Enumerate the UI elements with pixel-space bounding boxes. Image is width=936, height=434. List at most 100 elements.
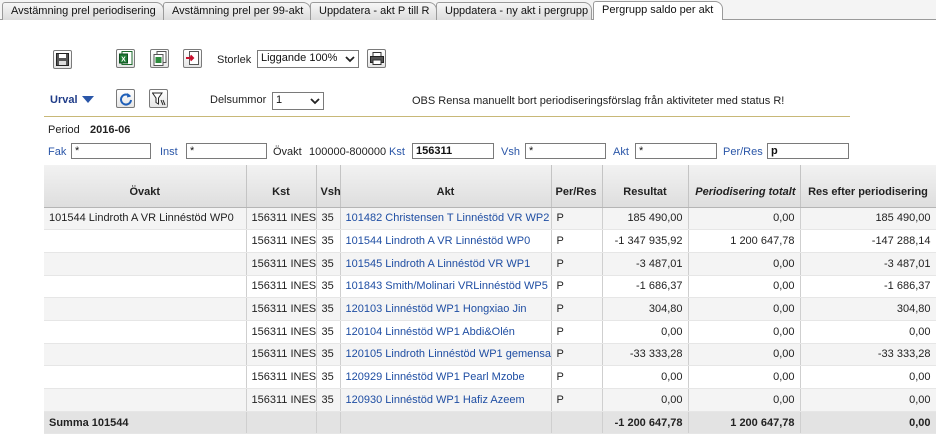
storlek-label: Storlek bbox=[217, 54, 252, 66]
cell-resultat: 185 490,00 bbox=[602, 207, 689, 231]
save-button[interactable] bbox=[53, 50, 72, 69]
refresh-button[interactable] bbox=[116, 89, 135, 108]
cell-vsh: 35 bbox=[316, 297, 341, 321]
cell-res-efter: -3 487,01 bbox=[800, 252, 936, 276]
vsh-label: Vsh bbox=[501, 146, 520, 158]
cell-periodisering: 0,00 bbox=[688, 365, 801, 389]
cell-res-efter: 185 490,00 bbox=[800, 207, 936, 231]
fak-input[interactable] bbox=[71, 143, 151, 159]
table-row: 156311 INES 35 101843 Smith/Molinari VRL… bbox=[44, 275, 936, 299]
cell-kst: 156311 INES bbox=[246, 229, 317, 253]
cell-perres: P bbox=[551, 388, 603, 412]
kst-input[interactable] bbox=[412, 143, 494, 159]
col-header-perres[interactable]: Per/Res bbox=[551, 165, 603, 208]
cell-vsh: 35 bbox=[316, 343, 341, 367]
col-header-akt[interactable]: Akt bbox=[340, 165, 552, 208]
cell-perres: P bbox=[551, 252, 603, 276]
toolbar-divider bbox=[44, 116, 850, 117]
cell-periodisering: 0,00 bbox=[688, 252, 801, 276]
cell-kst: 156311 INES bbox=[246, 275, 317, 299]
table-row: 156311 INES 35 101544 Lindroth A VR Linn… bbox=[44, 229, 936, 253]
cell-ovakt: 101544 Lindroth A VR Linnéstöd WP0 bbox=[44, 207, 247, 231]
vsh-input[interactable] bbox=[525, 143, 606, 159]
fak-label: Fak bbox=[48, 146, 67, 158]
cell-periodisering: 0,00 bbox=[688, 320, 801, 344]
save-icon bbox=[56, 53, 69, 66]
cell-akt-link[interactable]: 120103 Linnéstöd WP1 Hongxiao Jin bbox=[340, 297, 552, 321]
cell-akt-link[interactable]: 101545 Lindroth A Linnéstöd VR WP1 bbox=[340, 252, 552, 276]
chevron-down-icon bbox=[345, 56, 355, 63]
summary-resultat: -1 200 647,78 bbox=[602, 410, 689, 434]
col-header-kst[interactable]: Kst bbox=[246, 165, 317, 208]
cell-ovakt bbox=[44, 365, 247, 389]
tab-avstamning-prel-periodisering[interactable]: Avstämning prel periodisering bbox=[2, 2, 164, 20]
cell-resultat: -1 686,37 bbox=[602, 275, 689, 299]
tab-uppdatera-ny-akt-i-pergrupp[interactable]: Uppdatera - ny akt i pergrupp bbox=[436, 2, 592, 20]
perres-input[interactable] bbox=[767, 143, 849, 159]
cell-kst: 156311 INES bbox=[246, 365, 317, 389]
cell-res-efter: -147 288,14 bbox=[800, 229, 936, 253]
cell-vsh: 35 bbox=[316, 275, 341, 299]
col-header-periodisering-totalt[interactable]: Periodisering totalt bbox=[688, 165, 801, 208]
storlek-select[interactable]: Liggande 100% bbox=[257, 50, 359, 68]
cell-akt-link[interactable]: 101482 Christensen T Linnéstöd VR WP2 bbox=[340, 207, 552, 231]
filter-button[interactable] bbox=[149, 89, 168, 108]
cell-ovakt bbox=[44, 388, 247, 412]
summary-empty bbox=[316, 410, 341, 434]
col-header-resultat[interactable]: Resultat bbox=[602, 165, 689, 208]
cell-akt-link[interactable]: 120104 Linnéstöd WP1 Abdi&Olén bbox=[340, 320, 552, 344]
summary-empty bbox=[340, 410, 552, 434]
cell-akt-link[interactable]: 120929 Linnéstöd WP1 Pearl Mzobe bbox=[340, 365, 552, 389]
cell-resultat: 0,00 bbox=[602, 320, 689, 344]
export-excel-button[interactable]: X bbox=[116, 49, 135, 68]
cell-resultat: 0,00 bbox=[602, 365, 689, 389]
ovakt-value: 100000-800000 bbox=[309, 146, 387, 158]
table-row: 156311 INES 35 120930 Linnéstöd WP1 Hafi… bbox=[44, 388, 936, 412]
cell-periodisering: 0,00 bbox=[688, 275, 801, 299]
col-header-res-efter[interactable]: Res efter periodisering bbox=[800, 165, 936, 208]
printer-icon bbox=[369, 52, 384, 65]
cell-res-efter: 0,00 bbox=[800, 320, 936, 344]
cell-kst: 156311 INES bbox=[246, 343, 317, 367]
cell-perres: P bbox=[551, 297, 603, 321]
urval-toggle[interactable]: Urval bbox=[50, 94, 78, 106]
chevron-down-icon bbox=[310, 98, 320, 105]
table-row: 156311 INES 35 120105 Lindroth Linnéstöd… bbox=[44, 343, 936, 367]
cell-periodisering: 1 200 647,78 bbox=[688, 229, 801, 253]
table-row: 156311 INES 35 120104 Linnéstöd WP1 Abdi… bbox=[44, 320, 936, 344]
print-button[interactable] bbox=[367, 49, 386, 68]
tab-bar: Avstämning prel periodisering Avstämning… bbox=[0, 0, 936, 20]
summary-row: Summa 101544 -1 200 647,78 1 200 647,78 … bbox=[44, 410, 936, 434]
inst-input[interactable] bbox=[186, 143, 267, 159]
tab-uppdatera-akt-p-till-r[interactable]: Uppdatera - akt P till R bbox=[310, 2, 437, 20]
cell-ovakt bbox=[44, 275, 247, 299]
cell-perres: P bbox=[551, 343, 603, 367]
refresh-icon bbox=[119, 92, 132, 106]
ovakt-label: Övakt bbox=[273, 146, 302, 158]
cell-resultat: -33 333,28 bbox=[602, 343, 689, 367]
col-header-ovakt[interactable]: Övakt bbox=[44, 165, 247, 208]
cell-akt-link[interactable]: 101544 Lindroth A VR Linnéstöd WP0 bbox=[340, 229, 552, 253]
storlek-value: Liggande 100% bbox=[261, 52, 338, 64]
cell-akt-link[interactable]: 101843 Smith/Molinari VRLinnéstöd WP5 bbox=[340, 275, 552, 299]
cell-kst: 156311 INES bbox=[246, 388, 317, 412]
summary-empty bbox=[551, 410, 603, 434]
col-header-vsh[interactable]: Vsh bbox=[316, 165, 341, 208]
cell-vsh: 35 bbox=[316, 207, 341, 231]
triangle-down-icon[interactable] bbox=[82, 96, 94, 104]
cell-periodisering: 0,00 bbox=[688, 207, 801, 231]
cell-akt-link[interactable]: 120105 Lindroth Linnéstöd WP1 gemensa bbox=[340, 343, 552, 367]
cell-resultat: 0,00 bbox=[602, 388, 689, 412]
tab-pergrupp-saldo-per-akt[interactable]: Pergrupp saldo per akt bbox=[593, 1, 723, 20]
cell-resultat: 304,80 bbox=[602, 297, 689, 321]
cell-akt-link[interactable]: 120930 Linnéstöd WP1 Hafiz Azeem bbox=[340, 388, 552, 412]
kst-label: Kst bbox=[389, 146, 405, 158]
copy-excel-button[interactable] bbox=[150, 49, 169, 68]
export-pdf-button[interactable] bbox=[183, 49, 202, 68]
cell-ovakt bbox=[44, 297, 247, 321]
delsummor-select[interactable]: 1 bbox=[272, 92, 324, 110]
akt-input[interactable] bbox=[635, 143, 717, 159]
table-row: 156311 INES 35 120103 Linnéstöd WP1 Hong… bbox=[44, 297, 936, 321]
tab-avstamning-prel-per-99-akt[interactable]: Avstämning prel per 99-akt bbox=[163, 2, 311, 20]
excel-icon: X bbox=[118, 51, 132, 65]
